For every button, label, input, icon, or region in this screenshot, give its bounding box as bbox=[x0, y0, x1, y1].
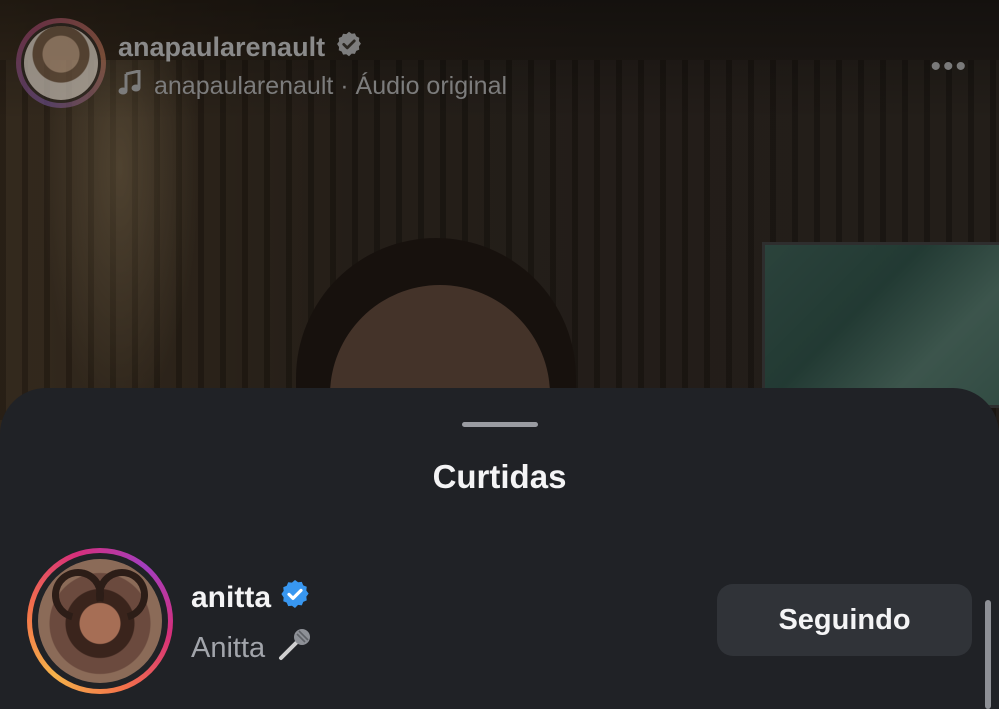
reel-author-avatar[interactable] bbox=[16, 18, 106, 108]
sheet-grabber[interactable] bbox=[462, 422, 538, 427]
music-note-icon bbox=[118, 69, 142, 103]
reel-header: anapaularenault anapaularenault · Áudio … bbox=[16, 18, 986, 108]
like-username-row[interactable]: anitta bbox=[191, 578, 311, 618]
verified-icon bbox=[279, 578, 311, 618]
like-list-item[interactable]: anitta Anitta Seguindo bbox=[0, 548, 999, 698]
scrollbar[interactable] bbox=[985, 600, 991, 709]
like-display-name: Anitta bbox=[191, 631, 266, 664]
like-display-name-row: Anitta bbox=[191, 624, 315, 672]
reel-audio-text: anapaularenault · Áudio original bbox=[154, 72, 508, 100]
reel-audio-link[interactable]: anapaularenault · Áudio original bbox=[118, 69, 508, 103]
more-options-icon[interactable]: ••• bbox=[930, 50, 968, 84]
like-username[interactable]: anitta bbox=[191, 581, 271, 615]
following-button[interactable]: Seguindo bbox=[717, 584, 972, 656]
avatar[interactable] bbox=[27, 548, 173, 694]
likes-sheet: Curtidas anitta Anitta Seguindo bbox=[0, 388, 999, 709]
verified-icon bbox=[335, 30, 363, 65]
reel-author-name[interactable]: anapaularenault bbox=[118, 32, 325, 63]
reel-author-username[interactable]: anapaularenault bbox=[118, 30, 363, 65]
sheet-title: Curtidas bbox=[432, 458, 567, 495]
microphone-icon bbox=[275, 624, 315, 672]
